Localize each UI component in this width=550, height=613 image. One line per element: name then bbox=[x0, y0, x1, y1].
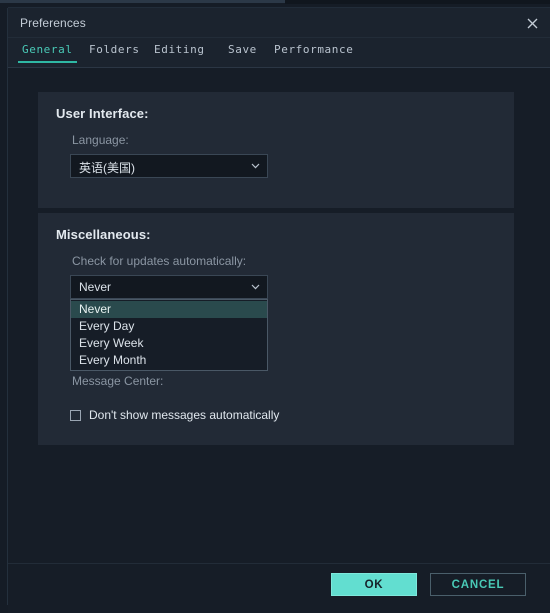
language-select-value: 英语(美国) bbox=[79, 161, 135, 175]
chevron-down-icon bbox=[251, 163, 260, 169]
tab-folders[interactable]: Folders bbox=[89, 43, 140, 63]
close-icon bbox=[527, 18, 537, 28]
close-button[interactable] bbox=[520, 12, 544, 34]
tab-save[interactable]: Save bbox=[228, 43, 257, 63]
background-window-strip-left bbox=[0, 0, 285, 3]
dropdown-option-every-month[interactable]: Every Month bbox=[71, 352, 267, 369]
dont-show-messages-checkbox-row[interactable]: Don't show messages automatically bbox=[70, 408, 279, 422]
app-root: Preferences General Folders Editing Save… bbox=[0, 0, 550, 613]
dont-show-messages-checkbox[interactable] bbox=[70, 409, 81, 421]
check-updates-label: Check for updates automatically: bbox=[72, 254, 247, 268]
tab-save-label: Save bbox=[228, 43, 257, 56]
language-select[interactable]: 英语(美国) bbox=[70, 154, 268, 178]
tab-general-label: General bbox=[22, 43, 73, 56]
check-updates-select[interactable]: Never bbox=[70, 275, 268, 299]
chevron-down-icon bbox=[251, 284, 260, 290]
tab-performance[interactable]: Performance bbox=[274, 43, 353, 63]
dropdown-option-every-week[interactable]: Every Week bbox=[71, 335, 267, 352]
dropdown-option-every-day[interactable]: Every Day bbox=[71, 318, 267, 335]
message-center-label: Message Center: bbox=[72, 374, 164, 388]
section-miscellaneous: Miscellaneous: Check for updates automat… bbox=[38, 213, 514, 445]
dont-show-messages-label: Don't show messages automatically bbox=[89, 408, 280, 422]
tab-editing-label: Editing bbox=[154, 43, 205, 56]
tab-editing[interactable]: Editing bbox=[154, 43, 205, 63]
tab-performance-label: Performance bbox=[274, 43, 354, 56]
section-user-interface: User Interface: Language: 英语(美国) bbox=[38, 92, 514, 208]
dialog-titlebar: Preferences bbox=[8, 8, 550, 38]
dialog-title: Preferences bbox=[20, 16, 86, 30]
ok-button[interactable]: OK bbox=[331, 573, 417, 596]
preferences-content: User Interface: Language: 英语(美国) Miscell… bbox=[8, 68, 550, 563]
dialog-footer: OK CANCEL bbox=[8, 563, 550, 613]
language-label: Language: bbox=[72, 133, 129, 147]
tab-folders-label: Folders bbox=[89, 43, 140, 56]
check-updates-dropdown-list[interactable]: Never Every Day Every Week Every Month bbox=[70, 299, 268, 371]
tab-bar: General Folders Editing Save Performance bbox=[8, 38, 550, 68]
background-window-strip-right bbox=[285, 0, 550, 4]
tab-general[interactable]: General bbox=[18, 43, 77, 63]
dropdown-option-never[interactable]: Never bbox=[71, 301, 267, 318]
cancel-button[interactable]: CANCEL bbox=[430, 573, 526, 596]
user-interface-heading: User Interface: bbox=[56, 106, 149, 121]
check-updates-select-value: Never bbox=[79, 280, 112, 294]
miscellaneous-heading: Miscellaneous: bbox=[56, 227, 151, 242]
preferences-dialog: Preferences General Folders Editing Save… bbox=[8, 8, 550, 613]
